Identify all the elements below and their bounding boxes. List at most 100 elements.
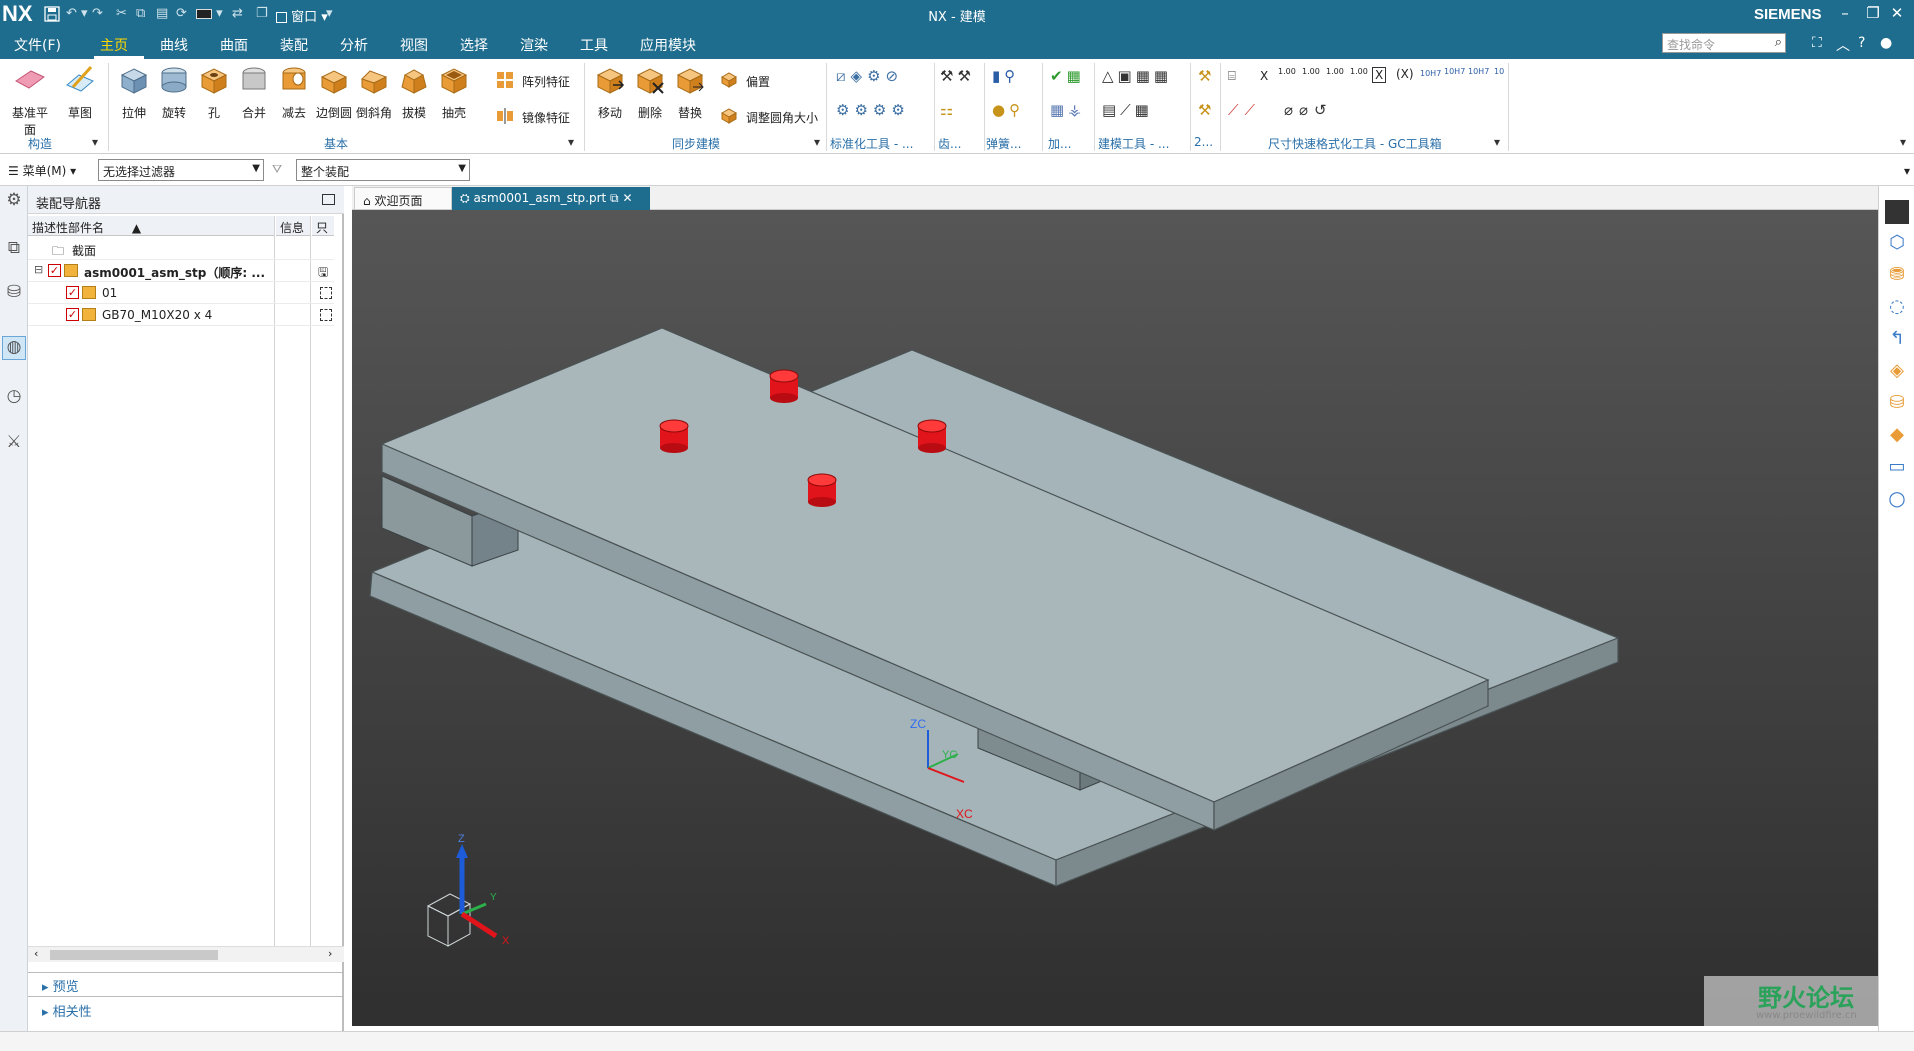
- draft-button[interactable]: 拔模: [394, 63, 434, 121]
- collapse-toggle-icon[interactable]: ⊟: [34, 263, 43, 276]
- gear-tools-icons-row1[interactable]: ⚒⚒: [940, 67, 975, 85]
- circle-icon[interactable]: ○: [1885, 486, 1909, 510]
- fullscreen-icon[interactable]: ⛶: [1812, 35, 1822, 51]
- render-style-icon[interactable]: [1885, 200, 1909, 224]
- selection-bar-dropdown[interactable]: ▾: [1904, 164, 1910, 178]
- edge-blend-button[interactable]: 边倒圆: [314, 63, 354, 121]
- part-navigator-icon[interactable]: ⧉: [2, 238, 26, 262]
- dim-tol-button-2[interactable]: 1.00: [1302, 67, 1320, 76]
- shaded-icon[interactable]: ◆: [1885, 424, 1909, 448]
- tab-welcome[interactable]: ⌂ 欢迎页面: [354, 187, 452, 210]
- selection-scope-select[interactable]: 整个装配 ▼: [296, 159, 470, 181]
- tree-row-section[interactable]: 🗀 截面: [28, 238, 334, 260]
- tab-assembly[interactable]: 装配: [280, 35, 308, 55]
- edit-section-icon[interactable]: ⛃: [1885, 264, 1909, 288]
- search-icon[interactable]: ⌕: [1775, 35, 1782, 50]
- offset-region-button[interactable]: 偏置: [746, 73, 770, 90]
- tab-analysis[interactable]: 分析: [340, 35, 368, 55]
- visibility-checkbox[interactable]: ✓: [66, 286, 79, 299]
- show-hide-icon[interactable]: ◌: [1885, 296, 1909, 320]
- modeling-tools-icons-row1[interactable]: △▣▦▦: [1102, 67, 1172, 85]
- datum-plane-button[interactable]: 基准平面: [8, 63, 52, 138]
- shell-button[interactable]: 抽壳: [434, 63, 474, 121]
- dim-tol-button-3[interactable]: 1.00: [1326, 67, 1344, 76]
- revolve-button[interactable]: 旋转: [154, 63, 194, 121]
- settings-icon[interactable]: ●: [1880, 35, 1892, 51]
- delete-face-button[interactable]: 删除: [630, 63, 670, 121]
- scrollbar-thumb[interactable]: [50, 950, 218, 960]
- spring-group-label[interactable]: 弹簧...: [986, 135, 1021, 152]
- web-browser-icon[interactable]: ◍: [2, 336, 26, 360]
- tree-row-part-01[interactable]: ✓ 01: [28, 282, 334, 304]
- column-header-name[interactable]: 描述性部件名 ▲: [28, 216, 274, 236]
- tab-applications[interactable]: 应用模块: [640, 35, 696, 55]
- dim-tol-button-4[interactable]: 1.00: [1350, 67, 1368, 76]
- basic-group-dropdown[interactable]: ▾: [568, 135, 574, 149]
- collapse-ribbon-icon[interactable]: ︿: [1836, 35, 1850, 55]
- pattern-feature-button[interactable]: 阵列特征: [522, 73, 570, 90]
- horizontal-scrollbar[interactable]: ‹ ›: [28, 946, 344, 962]
- assembly-navigator-icon[interactable]: ⛁: [2, 282, 26, 306]
- dim-format-group-label[interactable]: 尺寸快速格式化工具 - GC工具箱: [1268, 135, 1442, 152]
- dim-box-x-button[interactable]: X: [1372, 67, 1387, 83]
- tab-home[interactable]: 主页: [100, 35, 128, 55]
- filter-funnel-icon[interactable]: ⛛: [272, 162, 282, 177]
- rectangle-icon[interactable]: ▭: [1885, 456, 1909, 480]
- ribbon-options-dropdown[interactable]: ▾: [1900, 135, 1906, 149]
- graphics-window[interactable]: ZC YC XC Z Y X 野火论坛 www.proewildfire.cn: [352, 210, 1878, 1026]
- modeling-tools-group-label[interactable]: 建模工具 - ...: [1098, 135, 1169, 152]
- chamfer-button[interactable]: 倒斜角: [354, 63, 394, 121]
- dim-format-icon[interactable]: ⌸: [1228, 69, 1236, 84]
- sketch-button[interactable]: 草图: [60, 63, 100, 121]
- dependencies-section[interactable]: ▸ 相关性: [42, 1001, 92, 1020]
- process-studio-icon[interactable]: ⚔: [2, 432, 26, 456]
- spring-tools-icons-row1[interactable]: ▮⚲: [992, 67, 1019, 85]
- dim-x-button[interactable]: X: [1260, 69, 1268, 83]
- mirror-feature-button[interactable]: 镜像特征: [522, 109, 570, 126]
- fit-h7-button-3[interactable]: 10H7: [1468, 67, 1489, 76]
- standard-tools-group-label[interactable]: 标准化工具 - ...: [830, 135, 913, 152]
- restore-icon[interactable]: ❐: [1862, 4, 1884, 24]
- file-menu[interactable]: 文件(F): [14, 35, 61, 55]
- close-icon[interactable]: ✕: [1886, 4, 1908, 24]
- dim-paren-x-button[interactable]: (X): [1396, 67, 1414, 81]
- tab-options-icon[interactable]: ⧉: [610, 191, 619, 205]
- spring-tools-icons-row2[interactable]: ●⚲: [992, 101, 1024, 119]
- close-tab-icon[interactable]: ✕: [622, 191, 632, 205]
- help-icon[interactable]: ?: [1858, 35, 1865, 51]
- move-face-button[interactable]: 移动: [590, 63, 630, 121]
- visibility-checkbox[interactable]: ✓: [66, 308, 79, 321]
- menu-button[interactable]: ☰ 菜单(M) ▾: [8, 162, 76, 179]
- misc-group-label[interactable]: 2...: [1194, 135, 1213, 149]
- shaded-edges-icon[interactable]: ◈: [1885, 360, 1909, 384]
- replace-face-button[interactable]: 替换: [670, 63, 710, 121]
- tab-selection[interactable]: 选择: [460, 35, 488, 55]
- fit-h7-button-2[interactable]: 10H7: [1444, 67, 1465, 76]
- orient-view-icon[interactable]: ⬡: [1885, 232, 1909, 256]
- tree-row-assembly[interactable]: ⊟ ✓ asm0001_asm_stp（顺序: ... 🖫: [28, 260, 334, 282]
- machining-tools-icons-row1[interactable]: ✔▦: [1050, 67, 1085, 85]
- tab-asm-part[interactable]: ⛭ asm0001_asm_stp.prt ⧉ ✕: [452, 187, 650, 210]
- tab-view[interactable]: 视图: [400, 35, 428, 55]
- tab-render[interactable]: 渲染: [520, 35, 548, 55]
- tab-curve[interactable]: 曲线: [160, 35, 188, 55]
- tab-surface[interactable]: 曲面: [220, 35, 248, 55]
- settings-gear-icon[interactable]: ⚙: [2, 190, 26, 214]
- misc-tools-icons-row1[interactable]: ⚒: [1198, 67, 1211, 85]
- modeling-tools-icons-row2[interactable]: ▤⟋▦: [1102, 101, 1153, 119]
- type-filter-select[interactable]: 无选择过滤器 ▼: [98, 159, 264, 181]
- construct-group-dropdown[interactable]: ▾: [92, 135, 98, 149]
- tree-row-part-bolt[interactable]: ✓ GB70_M10X20 x 4: [28, 304, 334, 326]
- minimize-icon[interactable]: –: [1834, 4, 1856, 24]
- dim-edit-icons[interactable]: ⟋⟋: [1228, 101, 1261, 119]
- history-icon[interactable]: ◷: [2, 386, 26, 410]
- column-header-readonly[interactable]: 只: [312, 216, 334, 236]
- tab-tools[interactable]: 工具: [580, 35, 608, 55]
- gear-group-label[interactable]: 齿...: [938, 135, 961, 152]
- undo-view-icon[interactable]: ↰: [1885, 328, 1909, 352]
- dim-format-group-dropdown[interactable]: ▾: [1494, 135, 1500, 149]
- column-header-info[interactable]: 信息: [276, 216, 310, 236]
- misc-tools-icons-row2[interactable]: ⚒: [1198, 101, 1211, 119]
- diameter-icons[interactable]: ⌀⌀↺: [1284, 101, 1333, 119]
- gear-tools-icons-row2[interactable]: ⚏: [940, 101, 953, 119]
